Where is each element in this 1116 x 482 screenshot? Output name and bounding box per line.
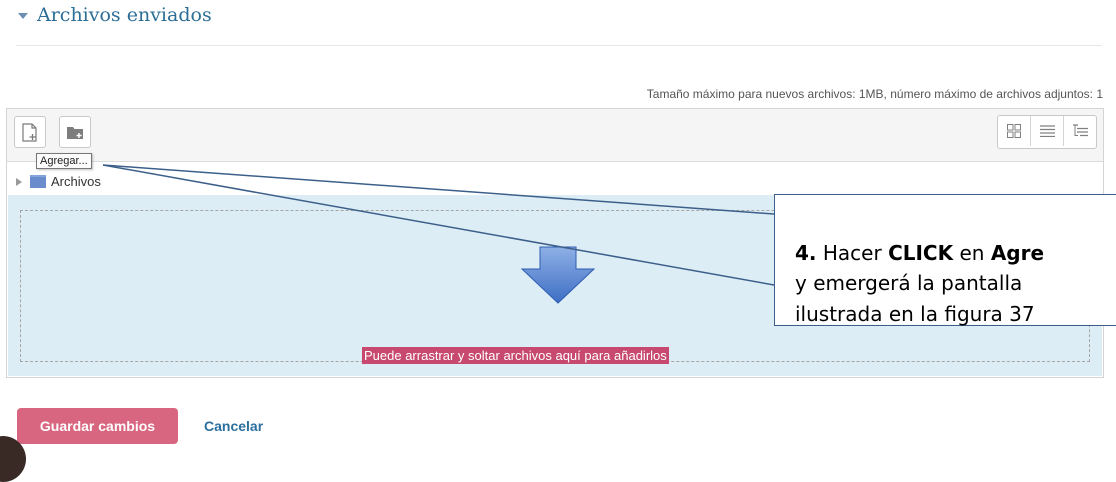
annotation-callout: 4. Hacer CLICK en Agre y emergerá la pan…: [774, 194, 1116, 326]
annotation-line-1: 4. Hacer CLICK en Agre: [795, 241, 1044, 265]
annotation-text-click: CLICK: [888, 241, 954, 265]
annotation-text-en: en: [959, 241, 985, 265]
annotation-line-3: ilustrada en la figura 37: [795, 302, 1035, 326]
tree-view-button[interactable]: [1063, 116, 1096, 146]
cancel-link[interactable]: Cancelar: [204, 418, 263, 434]
section-divider: [16, 45, 1102, 46]
create-folder-icon: [67, 127, 83, 139]
expand-caret-icon[interactable]: [16, 177, 22, 186]
folder-label: Archivos: [51, 174, 101, 189]
add-tooltip: Agregar...: [36, 153, 92, 169]
collapse-caret-icon[interactable]: [18, 13, 28, 19]
download-arrow-icon: [520, 246, 596, 304]
list-view-icon: [1039, 125, 1055, 137]
grid-view-button[interactable]: [998, 116, 1030, 146]
add-file-button[interactable]: [14, 116, 46, 148]
file-picker-toolbar: [7, 109, 1103, 162]
save-changes-button[interactable]: Guardar cambios: [17, 408, 178, 444]
folder-icon: [30, 175, 46, 188]
section-title[interactable]: Archivos enviados: [37, 4, 212, 26]
annotation-line-2: y emergerá la pantalla: [795, 271, 1023, 295]
annotation-text-hacer: Hacer: [822, 241, 882, 265]
file-limits-text: Tamaño máximo para nuevos archivos: 1MB,…: [646, 87, 1103, 101]
view-mode-group: [997, 115, 1097, 149]
list-view-button[interactable]: [1030, 116, 1063, 146]
create-folder-button[interactable]: [59, 116, 91, 148]
grid-view-icon: [1007, 124, 1021, 138]
section-header[interactable]: Archivos enviados: [18, 4, 212, 26]
drop-zone-text: Puede arrastrar y soltar archivos aquí p…: [362, 347, 669, 364]
folder-tree-root[interactable]: Archivos: [16, 174, 101, 189]
annotation-step: 4.: [795, 241, 817, 265]
tree-view-icon: [1072, 124, 1088, 137]
annotation-text-agregar: Agre: [990, 241, 1045, 265]
add-file-icon: [22, 122, 37, 142]
